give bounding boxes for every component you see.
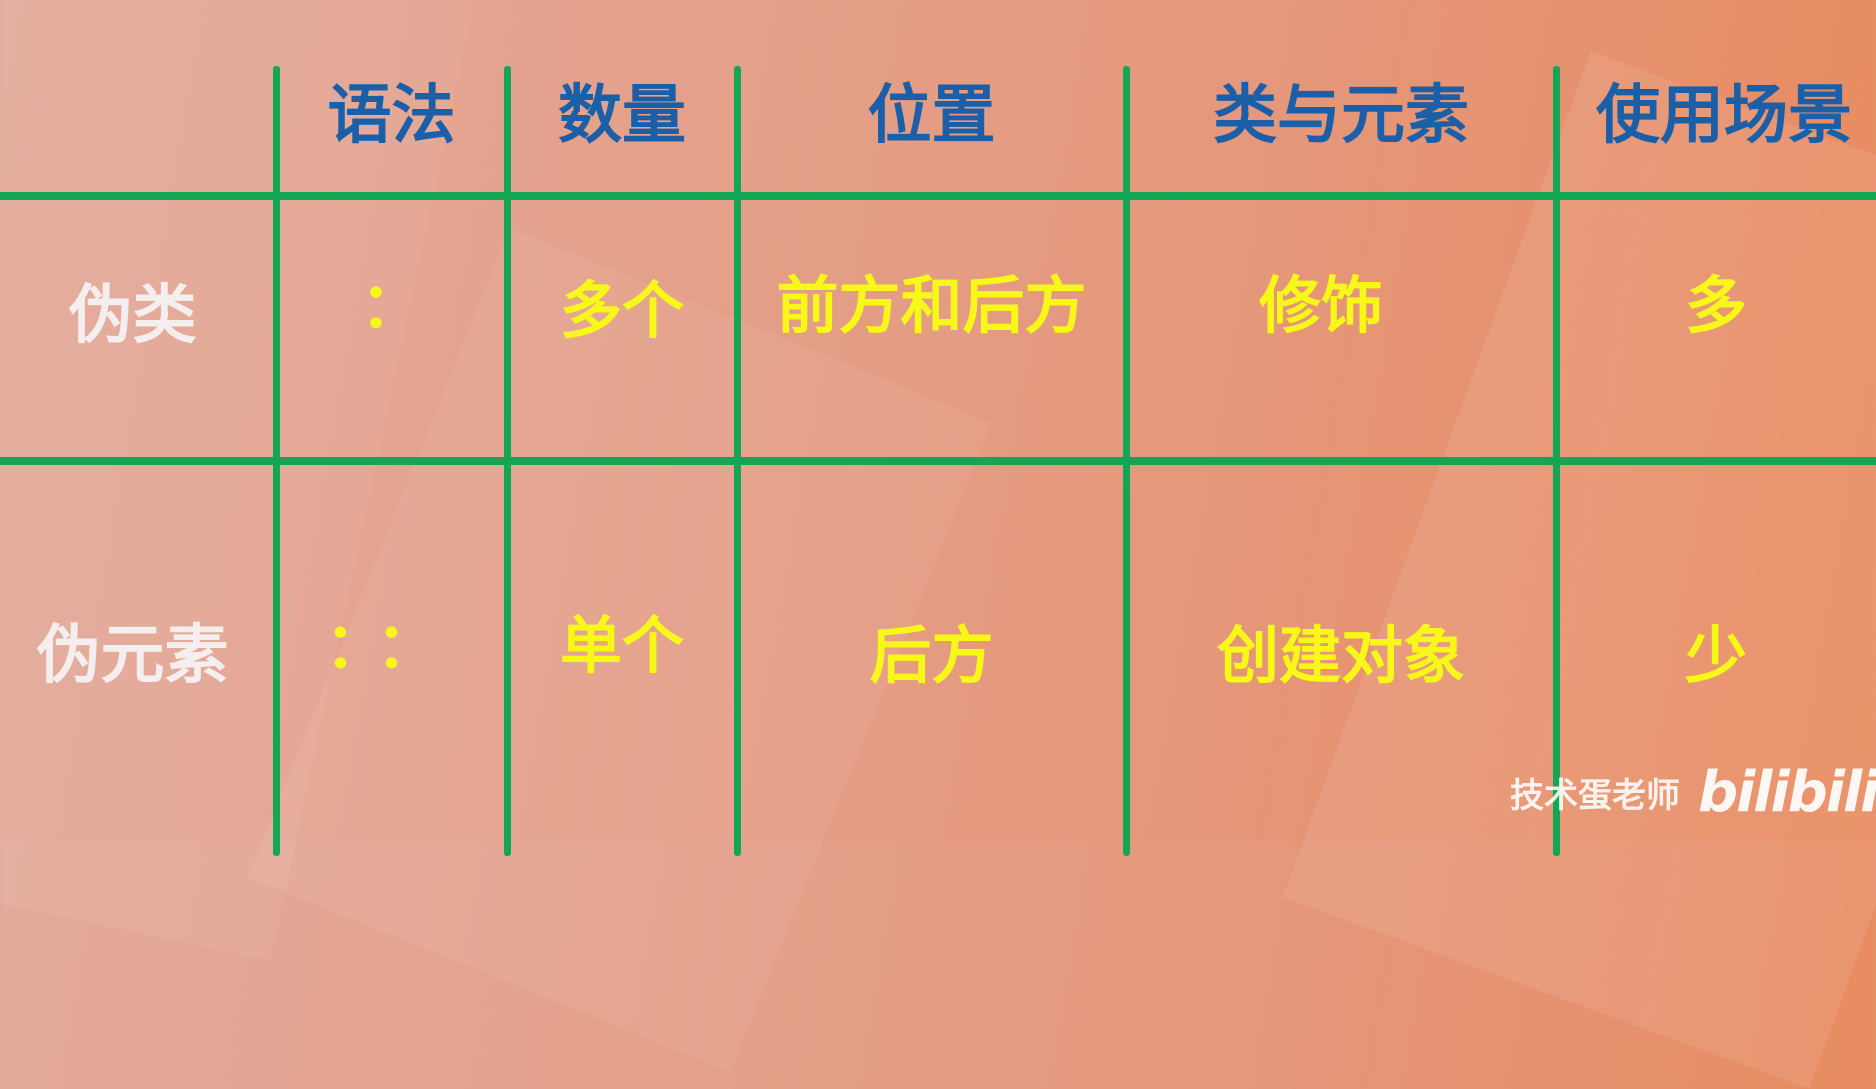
- cell-pseudo-element-position: 后方: [869, 619, 994, 692]
- watermark-author: 技术蛋老师: [1510, 776, 1680, 816]
- cell-pseudo-class-kind: 修饰: [1258, 269, 1383, 342]
- cell-pseudo-element-syntax: ：：: [324, 609, 458, 682]
- column-header-class-vs-element: 类与元素: [1213, 79, 1469, 153]
- cell-pseudo-class-syntax: ：: [360, 269, 423, 342]
- watermark: 技术蛋老师 bilibili: [1510, 760, 1876, 825]
- cell-pseudo-element-kind: 创建对象: [1216, 619, 1465, 692]
- grid-line-horizontal: [0, 192, 1876, 200]
- column-header-usage: 使用场景: [1596, 79, 1852, 153]
- cell-pseudo-class-usage: 多: [1684, 269, 1747, 342]
- grid-line-horizontal: [0, 457, 1876, 465]
- cell-pseudo-element-usage: 少: [1684, 619, 1747, 692]
- row-label-pseudo-class: 伪类: [68, 279, 197, 353]
- row-label-pseudo-element: 伪元素: [36, 619, 229, 693]
- column-header-count: 数量: [558, 79, 686, 153]
- background-panel: [1282, 51, 1876, 1089]
- cell-pseudo-class-position: 前方和后方: [776, 269, 1087, 342]
- column-header-syntax: 语法: [327, 79, 456, 153]
- column-header-position: 位置: [867, 79, 996, 153]
- bilibili-logo: bilibili: [1698, 760, 1876, 825]
- cell-pseudo-element-count: 单个: [559, 609, 684, 682]
- cell-pseudo-class-count: 多个: [559, 274, 684, 347]
